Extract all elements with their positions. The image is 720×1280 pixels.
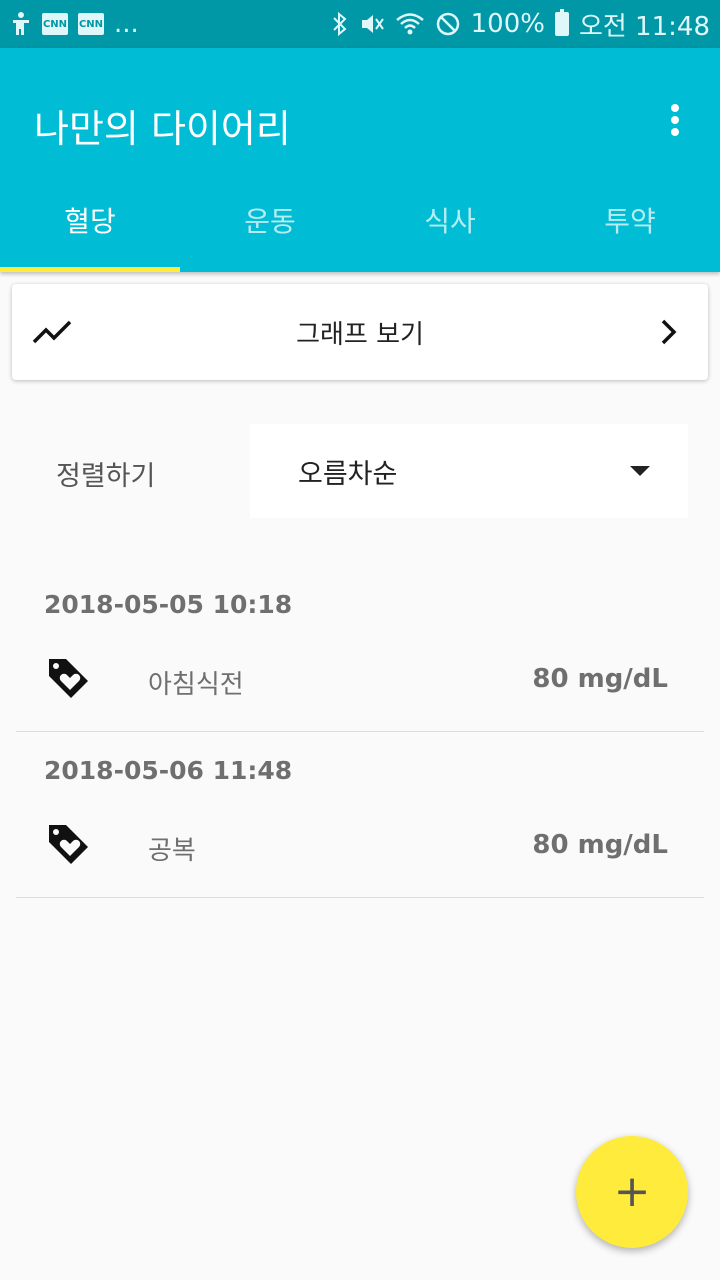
- battery-percent: 100%: [470, 9, 545, 39]
- sort-row: 정렬하기 오름차순: [0, 424, 720, 518]
- view-graph-button[interactable]: 그래프 보기: [12, 284, 708, 380]
- view-graph-label: 그래프 보기: [296, 319, 424, 350]
- status-bar: CNN CNN ... 100% 오전 11:48: [0, 0, 720, 48]
- mute-icon: [359, 11, 385, 37]
- heart-tag-icon: [49, 825, 88, 864]
- tab-exercise[interactable]: 운동: [180, 176, 360, 272]
- entry-value: 80 mg/dL: [532, 830, 668, 860]
- add-entry-button[interactable]: +: [576, 1136, 688, 1248]
- wifi-icon: [395, 11, 425, 37]
- tab-medication[interactable]: 투약: [540, 176, 720, 272]
- entry-date: 2018-05-05 10:18: [44, 590, 293, 619]
- clock: 오전 11:48: [578, 11, 710, 42]
- sort-label: 정렬하기: [56, 461, 156, 492]
- accessibility-icon: [10, 11, 32, 37]
- dropdown-arrow-icon: [630, 466, 650, 476]
- cnn-notification-icon: CNN: [78, 13, 104, 35]
- more-vert-icon: [671, 104, 679, 112]
- app-bar: 나만의 다이어리 혈당 운동 식사 투약: [0, 48, 720, 272]
- do-not-disturb-icon: [435, 11, 461, 37]
- trending-icon: [32, 320, 72, 344]
- tab-meal[interactable]: 식사: [360, 176, 540, 272]
- entry-value: 80 mg/dL: [532, 664, 668, 694]
- more-notifications: ...: [114, 9, 139, 39]
- entry-meal: 공복: [148, 836, 196, 866]
- battery-icon: [554, 9, 569, 36]
- overflow-menu-button[interactable]: [660, 100, 690, 140]
- list-item[interactable]: 2018-05-06 11:48 공복 80 mg/dL: [16, 732, 704, 898]
- chevron-right-icon: [661, 319, 677, 345]
- tab-blood-sugar[interactable]: 혈당: [0, 176, 180, 272]
- list-item[interactable]: 2018-05-05 10:18 아침식전 80 mg/dL: [16, 566, 704, 732]
- heart-tag-icon: [49, 659, 88, 698]
- sort-selected-value: 오름차순: [298, 458, 398, 490]
- cnn-notification-icon: CNN: [42, 13, 68, 35]
- entry-date: 2018-05-06 11:48: [44, 756, 293, 785]
- sort-dropdown[interactable]: 오름차순: [250, 424, 688, 518]
- entry-meal: 아침식전: [148, 670, 244, 700]
- blood-sugar-list: 2018-05-05 10:18 아침식전 80 mg/dL 2018-05-0…: [16, 566, 704, 898]
- bluetooth-icon: [331, 11, 349, 37]
- plus-icon: +: [613, 1166, 651, 1217]
- page-title: 나만의 다이어리: [34, 107, 291, 151]
- tab-bar: 혈당 운동 식사 투약: [0, 176, 720, 272]
